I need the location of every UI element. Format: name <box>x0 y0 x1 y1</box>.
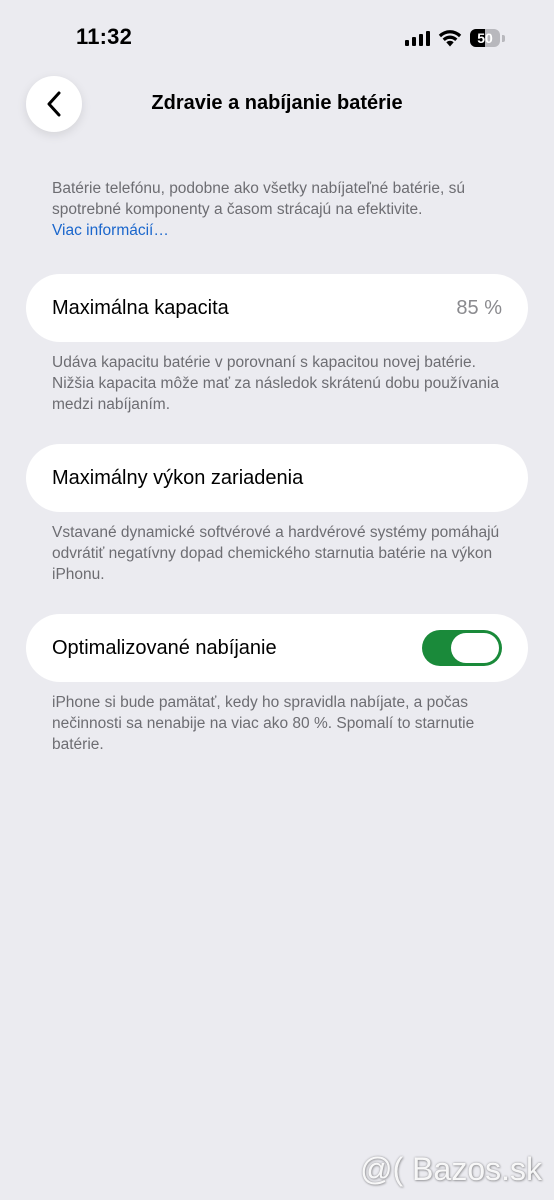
max-capacity-value: 85 % <box>456 296 502 319</box>
status-bar: 11:32 50 <box>0 0 554 76</box>
page-title: Zdravie a nabíjanie batérie <box>151 92 403 114</box>
more-info-link[interactable]: Viac informácií… <box>52 222 169 239</box>
optimized-charging-footer: iPhone si bude pamätať, kedy ho spravidl… <box>52 694 475 753</box>
status-time: 11:32 <box>76 24 133 49</box>
peak-performance-label: Maximálny výkon zariadenia <box>52 466 304 489</box>
battery-level: 50 <box>477 30 493 46</box>
bazos-watermark: @( Bazos.sk <box>360 1151 542 1187</box>
max-capacity-label: Maximálna kapacita <box>52 296 229 319</box>
cellular-signal-icon <box>405 30 430 46</box>
wifi-icon <box>438 30 462 47</box>
optimized-charging-row: Optimalizované nabíjanie <box>26 614 528 682</box>
peak-performance-footer: Vstavané dynamické softvérové a hardvéro… <box>52 524 500 583</box>
battery-icon: 50 <box>470 28 506 48</box>
max-capacity-footer: Udáva kapacitu batérie v porovnaní s kap… <box>52 354 499 413</box>
max-capacity-row: Maximálna kapacita 85 % <box>26 274 528 342</box>
intro-text: Batérie telefónu, podobne ako všetky nab… <box>52 180 465 218</box>
optimized-charging-label: Optimalizované nabíjanie <box>52 636 277 659</box>
intro-description: Batérie telefónu, podobne ako všetky nab… <box>52 178 514 241</box>
optimized-charging-toggle[interactable] <box>422 630 502 666</box>
status-icons: 50 <box>405 26 506 50</box>
peak-performance-row[interactable]: Maximálny výkon zariadenia <box>26 444 528 512</box>
toggle-knob <box>451 633 499 663</box>
